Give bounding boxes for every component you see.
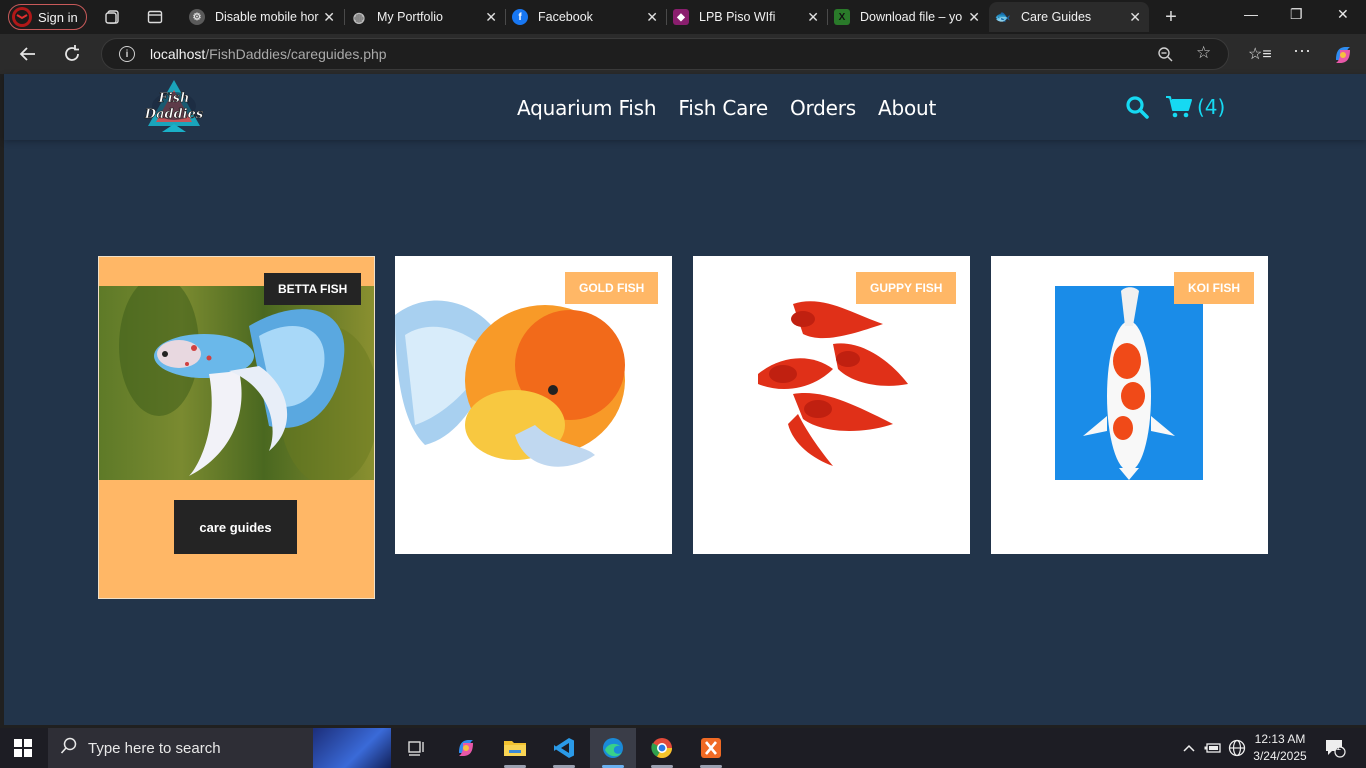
card-label: GOLD FISH [565,272,659,304]
cart-button[interactable]: (4) [1165,95,1225,119]
tab-actions-icon[interactable] [146,8,164,26]
nav-aquarium-fish[interactable]: Aquarium Fish [517,96,657,120]
card-guppy-fish[interactable]: GUPPY FISH [693,256,970,554]
tab-download-file[interactable]: X Download file – yo ✕ [828,2,988,32]
network-globe-icon[interactable] [1228,728,1246,768]
taskbar: Type here to search 12:13 AM 3/24/2025 1 [0,728,1366,768]
cart-icon [1166,96,1192,118]
close-icon[interactable]: ✕ [323,9,335,26]
signin-label: Sign in [38,9,78,25]
tab-lpb-piso-wifi[interactable]: ◆ LPB Piso WIfi ✕ [667,2,827,32]
taskbar-search-box[interactable]: Type here to search [48,728,391,768]
svg-text:Fish: Fish [158,91,190,106]
tab-title: Download file – yo [860,10,963,24]
browser-tab-bar: Sign in ⚙ Disable mobile hor ✕ ◍ My Port… [0,0,1366,34]
task-view-icon[interactable] [394,728,440,768]
tab-title: My Portfolio [377,10,443,24]
guppy-fish-image [753,294,913,469]
windows-start-icon[interactable] [14,739,32,757]
close-icon[interactable]: ✕ [1129,9,1141,26]
site-info-icon[interactable]: i [119,46,135,62]
tab-title: Care Guides [1021,10,1092,24]
search-icon [60,737,78,759]
tab-disable-mobile[interactable]: ⚙ Disable mobile hor ✕ [183,2,343,32]
clock-date: 3/24/2025 [1253,749,1307,763]
url-path: /FishDaddies/careguides.php [205,46,387,62]
chrome-browser-icon[interactable] [639,728,685,768]
favorite-star-icon[interactable]: ☆ [1196,43,1211,63]
show-hidden-icons[interactable] [1182,728,1196,768]
minimize-icon[interactable]: — [1244,6,1258,22]
system-clock[interactable]: 12:13 AM 3/24/2025 [1250,731,1310,765]
tab-title: Disable mobile hor [215,10,319,24]
close-icon[interactable]: ✕ [968,9,980,26]
card-label: BETTA FISH [264,273,362,305]
new-tab-icon[interactable]: + [1162,6,1180,28]
close-icon[interactable]: ✕ [646,9,658,26]
site-header: Fish Daddies Aquarium Fish Fish Care Ord… [4,74,1366,140]
clock-time: 12:13 AM [1254,732,1306,746]
download-site-icon: X [834,9,850,25]
tab-my-portfolio[interactable]: ◍ My Portfolio ✕ [345,2,505,32]
xampp-icon[interactable] [688,728,734,768]
cart-count: (4) [1197,95,1226,119]
gear-icon: ⚙ [189,9,205,25]
card-label: GUPPY FISH [856,272,957,304]
battery-icon[interactable] [1204,728,1222,768]
refresh-icon[interactable] [62,44,82,69]
favorites-icon[interactable]: ☆≡ [1248,44,1272,64]
edge-browser-icon[interactable] [590,728,636,768]
url-host: localhost [150,46,206,62]
address-bar: i localhost/FishDaddies/careguides.php ☆… [0,34,1366,74]
close-icon[interactable]: ✕ [807,9,819,26]
zoom-out-icon[interactable] [1157,46,1173,66]
copilot-app-icon[interactable] [443,728,489,768]
copilot-icon[interactable] [1332,44,1354,71]
nav-fish-care[interactable]: Fish Care [678,96,768,120]
web-page: Fish Daddies Aquarium Fish Fish Care Ord… [4,74,1366,725]
gold-fish-image [395,285,625,479]
facebook-icon: f [512,9,528,25]
main-nav: Aquarium Fish Fish Care Orders About [517,96,936,120]
vscode-icon[interactable] [541,728,587,768]
fish-icon: 🐟 [994,9,1012,24]
notification-count: 1 [1336,742,1342,752]
card-betta-fish[interactable]: BETTA FISH care guides [98,256,375,599]
url-text: localhost/FishDaddies/careguides.php [150,46,387,62]
search-icon[interactable] [1125,95,1149,119]
window-close-icon[interactable]: ✕ [1337,6,1349,23]
file-explorer-icon[interactable] [492,728,538,768]
search-placeholder: Type here to search [88,739,221,757]
care-guides-button[interactable]: care guides [174,500,297,554]
card-gold-fish[interactable]: GOLD FISH [395,256,672,554]
fish-daddies-logo[interactable]: Fish Daddies [142,76,206,136]
workspaces-icon[interactable] [104,8,122,26]
lpb-logo-icon: ◆ [673,9,689,25]
close-icon[interactable]: ✕ [485,9,497,26]
search-highlight-image [313,728,391,768]
card-koi-fish[interactable]: KOI FISH [991,256,1268,554]
globe-icon: ◍ [352,8,366,25]
profile-avatar-icon [12,7,32,27]
more-menu-icon[interactable]: ··· [1293,40,1311,61]
restore-icon[interactable]: ❐ [1290,6,1303,23]
url-field[interactable]: i localhost/FishDaddies/careguides.php ☆ [101,38,1229,70]
koi-fish-image [1055,286,1203,480]
betta-fish-image [99,286,374,480]
svg-text:Daddies: Daddies [144,107,204,122]
tab-care-guides[interactable]: 🐟 Care Guides ✕ [989,2,1149,32]
notification-center-icon[interactable]: 1 [1324,728,1346,768]
tab-facebook[interactable]: f Facebook ✕ [506,2,666,32]
back-icon[interactable] [18,44,38,69]
card-label: KOI FISH [1174,272,1255,304]
tab-title: LPB Piso WIfi [699,10,776,24]
nav-orders[interactable]: Orders [790,96,856,120]
signin-button[interactable]: Sign in [8,4,87,30]
tab-title: Facebook [538,10,593,24]
nav-about[interactable]: About [878,96,936,120]
